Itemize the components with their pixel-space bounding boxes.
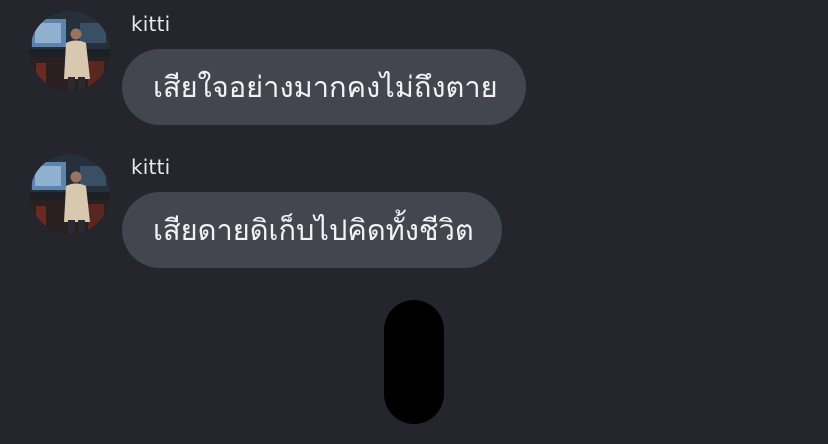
message-bubble[interactable]: เสียดายดิเก็บไปคิดทั้งชีวิต (122, 192, 502, 268)
avatar[interactable] (30, 11, 110, 91)
sender-name: kitti (131, 155, 171, 179)
message-1: kitti เสียใจอย่างมากคงไม่ถึงตาย (0, 0, 828, 140)
profile-photo-icon (30, 11, 110, 91)
redaction-block (384, 300, 444, 424)
avatar[interactable] (30, 154, 110, 234)
message-2: kitti เสียดายดิเก็บไปคิดทั้งชีวิต (0, 143, 828, 283)
sender-name: kitti (131, 12, 171, 36)
profile-photo-icon (30, 154, 110, 234)
message-bubble[interactable]: เสียใจอย่างมากคงไม่ถึงตาย (122, 49, 526, 125)
